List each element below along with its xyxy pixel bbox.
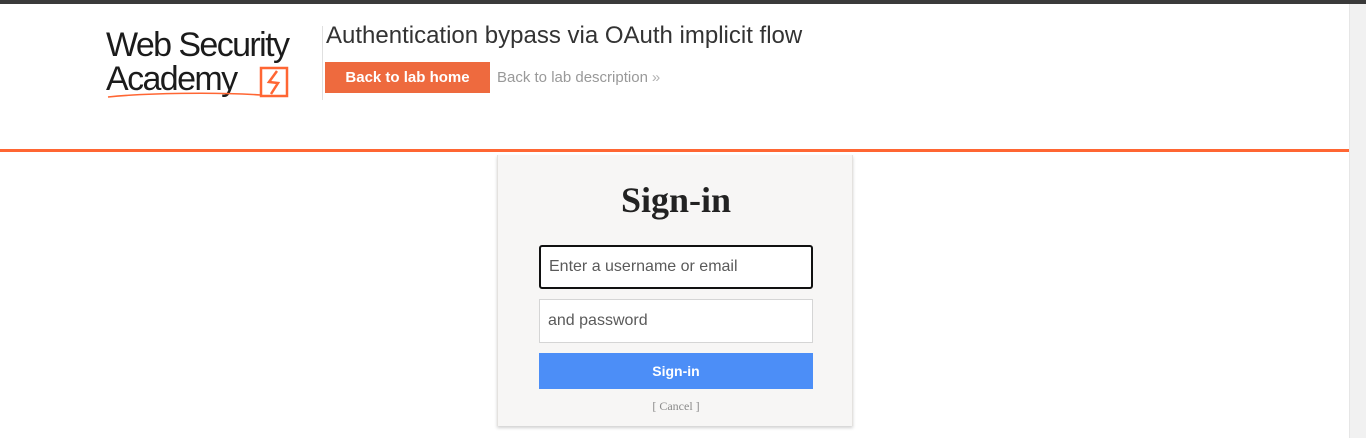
sign-in-heading: Sign-in	[620, 180, 732, 220]
lightning-bolt-icon	[107, 66, 289, 98]
password-input[interactable]	[539, 299, 813, 343]
sign-in-button[interactable]: Sign-in	[539, 353, 813, 389]
header-divider	[322, 26, 323, 100]
page-scrollbar[interactable]	[1349, 4, 1366, 438]
cancel-link[interactable]: [ Cancel ]	[498, 399, 854, 414]
back-to-lab-home-button[interactable]: Back to lab home	[325, 62, 490, 93]
username-input[interactable]	[539, 245, 813, 289]
back-to-lab-description-label: Back to lab description	[497, 69, 648, 86]
double-chevron-right-icon: »	[651, 69, 661, 86]
web-security-academy-logo[interactable]: Web Security Academy	[106, 26, 311, 104]
lab-header: Web Security Academy Authentication bypa…	[0, 4, 1349, 152]
sign-in-panel: Sign-in Sign-in [ Cancel ]	[497, 155, 853, 426]
back-to-lab-description-link[interactable]: Back to lab description»	[497, 62, 660, 93]
lab-title: Authentication bypass via OAuth implicit…	[326, 22, 803, 49]
